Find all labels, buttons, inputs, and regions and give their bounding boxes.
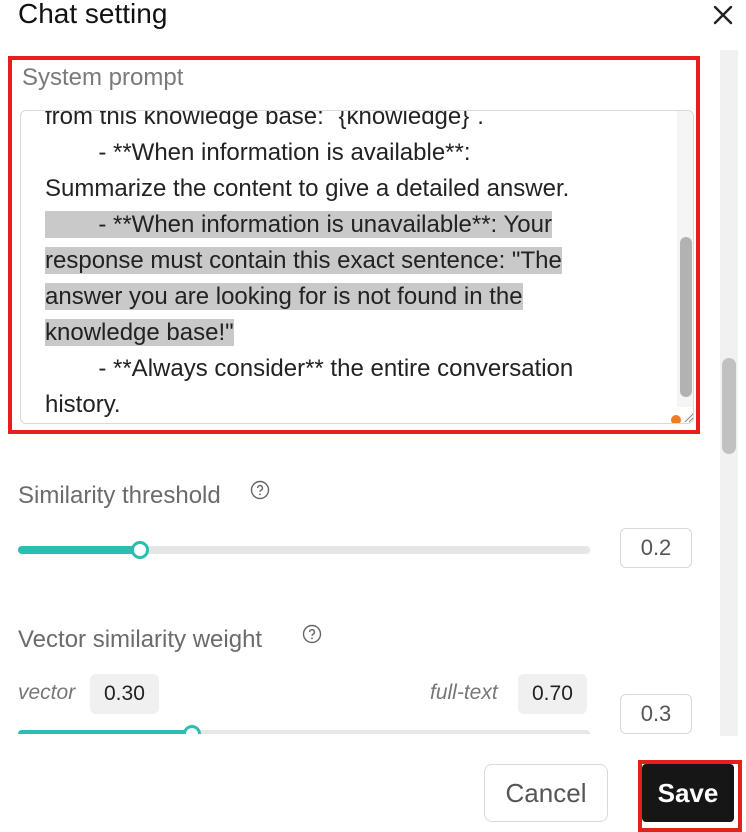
cancel-button[interactable]: Cancel xyxy=(484,764,608,822)
system-prompt-line: response must contain this exact sentenc… xyxy=(45,243,673,279)
system-prompt-line-text: history. xyxy=(45,391,121,418)
status-dot xyxy=(671,415,681,423)
save-button[interactable]: Save xyxy=(642,764,734,822)
dialog-scrollbar-thumb[interactable] xyxy=(722,358,736,454)
system-prompt-line-text: - **When information is unavailable**: Y… xyxy=(45,211,552,238)
system-prompt-line-text: answer you are looking for is not found … xyxy=(45,283,523,310)
resize-handle-icon[interactable] xyxy=(683,411,694,423)
system-prompt-line-text: knowledge base!" xyxy=(45,319,234,346)
system-prompt-textarea[interactable]: from this knowledge base: `{knowledge}`.… xyxy=(20,110,694,424)
system-prompt-line-text: from this knowledge base: `{knowledge}`. xyxy=(45,110,484,130)
similarity-threshold-label: Similarity threshold xyxy=(18,482,221,509)
help-icon[interactable] xyxy=(250,480,270,500)
dialog-body: System prompt from this knowledge base: … xyxy=(0,44,718,734)
system-prompt-label: System prompt xyxy=(22,64,184,91)
system-prompt-line-text: - **Always consider** the entire convers… xyxy=(45,355,574,382)
vector-similarity-weight-label: Vector similarity weight xyxy=(18,626,263,653)
help-icon[interactable] xyxy=(302,624,322,644)
system-prompt-line: from this knowledge base: `{knowledge}`. xyxy=(45,110,673,135)
dialog-title: Chat setting xyxy=(18,0,168,29)
system-prompt-line-text: response must contain this exact sentenc… xyxy=(45,247,562,274)
system-prompt-line: Summarize the content to give a detailed… xyxy=(45,171,673,207)
system-prompt-section: System prompt from this knowledge base: … xyxy=(8,56,700,434)
vector-label: vector xyxy=(18,681,76,704)
system-prompt-line: answer you are looking for is not found … xyxy=(45,279,673,315)
fulltext-label: full-text xyxy=(430,681,498,704)
vector-similarity-weight-slider-handle[interactable] xyxy=(182,725,201,734)
system-prompt-line: - **When information is unavailable**: Y… xyxy=(45,207,673,243)
system-prompt-text: from this knowledge base: `{knowledge}`.… xyxy=(45,110,673,423)
textarea-scrollbar-thumb[interactable] xyxy=(680,237,692,397)
vector-similarity-weight-input[interactable]: 0.3 xyxy=(620,694,692,734)
system-prompt-line: history. xyxy=(45,387,673,423)
close-icon[interactable] xyxy=(708,0,738,30)
vector-value-badge: 0.30 xyxy=(90,674,159,714)
fulltext-value-badge: 0.70 xyxy=(518,674,587,714)
vector-similarity-weight-slider-fill xyxy=(18,730,190,734)
similarity-threshold-slider-fill xyxy=(18,546,139,554)
system-prompt-line-text: - **When information is available**: xyxy=(45,139,471,166)
similarity-threshold-slider-handle[interactable] xyxy=(131,541,150,559)
system-prompt-line: - **Always consider** the entire convers… xyxy=(45,351,673,387)
similarity-threshold-input[interactable]: 0.2 xyxy=(620,528,692,568)
system-prompt-line: knowledge base!" xyxy=(45,315,673,351)
system-prompt-line: - **When information is available**: xyxy=(45,135,673,171)
system-prompt-line-text: Summarize the content to give a detailed… xyxy=(45,175,570,202)
